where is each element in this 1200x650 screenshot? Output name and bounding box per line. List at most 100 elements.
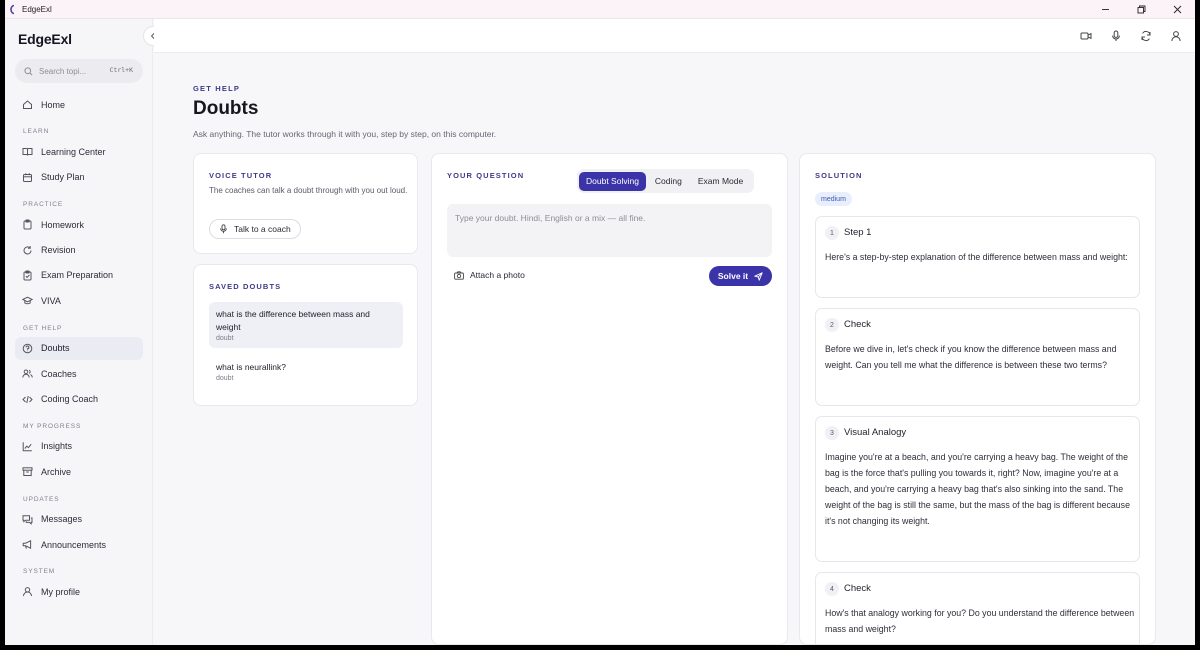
sidebar-item-label: Homework <box>41 219 85 230</box>
solution-card: SOLUTION medium 1 Step 1 Here's a step-b… <box>799 153 1156 645</box>
close-icon <box>1173 5 1181 14</box>
calendar-icon <box>22 172 33 183</box>
graduation-cap-icon <box>22 295 33 306</box>
search-input[interactable]: Search topi... Ctrl+K <box>15 59 143 83</box>
saved-doubt-tag: doubt <box>216 375 234 382</box>
sidebar-item-label: VIVA <box>41 295 61 306</box>
nav-section-label: MY PROGRESS <box>23 422 82 430</box>
clipboard-icon <box>22 219 33 230</box>
saved-doubt-question: what is neurallink? <box>216 362 286 372</box>
attach-photo-button[interactable]: Attach a photo <box>454 270 525 280</box>
mic-icon <box>219 224 228 234</box>
nav-section-label: PRACTICE <box>23 201 64 209</box>
chart-icon <box>22 441 33 452</box>
step-title: Check <box>844 319 871 330</box>
step-number: 1 <box>825 226 839 240</box>
solution-label: SOLUTION <box>815 171 863 180</box>
sidebar-item-announcements[interactable]: Announcements <box>15 533 143 556</box>
app-logo-icon <box>8 4 17 15</box>
mode-coding-tab[interactable]: Coding <box>648 172 689 191</box>
title-bar: EdgeExl <box>5 0 1195 19</box>
sidebar-item-label: Doubts <box>41 343 70 354</box>
doubt-textarea[interactable]: Type your doubt. Hindi, English or a mix… <box>447 204 772 257</box>
sidebar-item-my-profile[interactable]: My profile <box>15 580 143 603</box>
sidebar-item-label: Announcements <box>41 539 107 550</box>
step-number: 4 <box>825 582 839 596</box>
sidebar-item-revision[interactable]: Revision <box>15 239 143 262</box>
home-icon <box>22 99 33 110</box>
sidebar-nav: Home LEARN Learning Center Study Plan PRACTI… <box>15 93 143 606</box>
top-bar <box>154 19 1195 53</box>
sidebar-item-label: Learning Center <box>41 146 106 157</box>
solve-button[interactable]: Solve it <box>709 266 772 286</box>
book-icon <box>22 146 33 157</box>
sidebar-item-study-plan[interactable]: Study Plan <box>15 166 143 189</box>
search-shortcut: Ctrl+K <box>109 66 133 74</box>
page-title: Doubts <box>193 98 259 119</box>
video-button[interactable] <box>1075 25 1097 47</box>
saved-doubt-tag: doubt <box>216 335 234 342</box>
sidebar-item-label: Coaches <box>41 368 77 379</box>
refresh-icon <box>22 245 33 256</box>
solution-step: 3 Visual Analogy Imagine you're at a bea… <box>815 416 1140 562</box>
sidebar-item-insights[interactable]: Insights <box>15 435 143 458</box>
restore-icon <box>1137 5 1145 14</box>
mode-doubt-solving-tab[interactable]: Doubt Solving <box>579 171 646 191</box>
sidebar-item-viva[interactable]: VIVA <box>15 289 143 312</box>
voice-tutor-label: VOICE TUTOR <box>209 171 273 180</box>
send-icon <box>754 271 763 281</box>
profile-button[interactable] <box>1165 25 1187 47</box>
close-window-button[interactable] <box>1159 0 1195 19</box>
minimize-icon <box>1101 9 1109 10</box>
solution-step: 4 Check How's that analogy working for y… <box>815 572 1140 644</box>
sync-icon <box>1141 31 1151 41</box>
sidebar-item-archive[interactable]: Archive <box>15 460 143 483</box>
sidebar-item-label: Messages <box>41 514 83 525</box>
mode-switcher: Doubt Solving Coding Exam Mode <box>577 169 755 193</box>
window-title: EdgeExl <box>22 4 52 14</box>
camera-icon <box>454 270 464 280</box>
your-question-card: YOUR QUESTION Doubt Solving Coding Exam … <box>431 153 788 645</box>
restore-button[interactable] <box>1123 0 1159 19</box>
sidebar-item-label: My profile <box>41 586 81 597</box>
attach-photo-label: Attach a photo <box>470 270 525 280</box>
saved-doubts-label: SAVED DOUBTS <box>209 282 282 291</box>
nav-section-label: LEARN <box>23 128 50 136</box>
sidebar-item-exam-preparation[interactable]: Exam Preparation <box>15 264 143 287</box>
sidebar-item-messages[interactable]: Messages <box>15 508 143 531</box>
sidebar-item-label: Revision <box>41 245 76 256</box>
mode-exam-tab[interactable]: Exam Mode <box>691 172 750 191</box>
saved-doubts-card: SAVED DOUBTS what is the difference betw… <box>193 264 418 406</box>
search-placeholder: Search topi... <box>39 66 87 76</box>
difficulty-badge: medium <box>815 192 852 206</box>
doubt-placeholder: Type your doubt. Hindi, English or a mix… <box>455 213 646 223</box>
talk-to-coach-button[interactable]: Talk to a coach <box>209 219 301 239</box>
sidebar: EdgeExl Search topi... Ctrl+K Home LEARN L… <box>5 19 153 645</box>
step-title: Check <box>844 583 871 594</box>
archive-icon <box>22 466 33 477</box>
sidebar-item-doubts[interactable]: Doubts <box>15 336 143 360</box>
sidebar-item-label: Home <box>41 99 66 110</box>
page-eyebrow: GET HELP <box>193 84 241 93</box>
sidebar-item-coaches[interactable]: Coaches <box>15 362 143 385</box>
sidebar-item-label: Coding Coach <box>41 394 99 405</box>
sync-button[interactable] <box>1135 25 1157 47</box>
mic-button[interactable] <box>1105 25 1127 47</box>
nav-section-label: UPDATES <box>23 495 60 503</box>
saved-doubt-item[interactable]: what is neurallink? doubt <box>209 355 403 388</box>
talk-to-coach-label: Talk to a coach <box>234 224 291 234</box>
sidebar-item-home[interactable]: Home <box>15 93 143 116</box>
user-icon <box>22 586 33 597</box>
minimize-button[interactable] <box>1087 0 1123 19</box>
step-body: Here's a step-by-step explanation of the… <box>825 252 1128 262</box>
nav-section-label: GET HELP <box>23 324 63 332</box>
step-body: Imagine you're at a beach, and you're ca… <box>825 452 1130 526</box>
sidebar-item-homework[interactable]: Homework <box>15 213 143 236</box>
saved-doubt-item[interactable]: what is the difference between mass and … <box>209 302 403 348</box>
sidebar-item-learning-center[interactable]: Learning Center <box>15 140 143 163</box>
solution-step: 1 Step 1 Here's a step-by-step explanati… <box>815 216 1140 298</box>
sidebar-item-coding-coach[interactable]: Coding Coach <box>15 388 143 411</box>
main-content: GET HELP Doubts Ask anything. The tutor … <box>154 53 1195 645</box>
megaphone-icon <box>22 539 33 550</box>
solution-step: 2 Check Before we dive in, let's check i… <box>815 308 1140 406</box>
